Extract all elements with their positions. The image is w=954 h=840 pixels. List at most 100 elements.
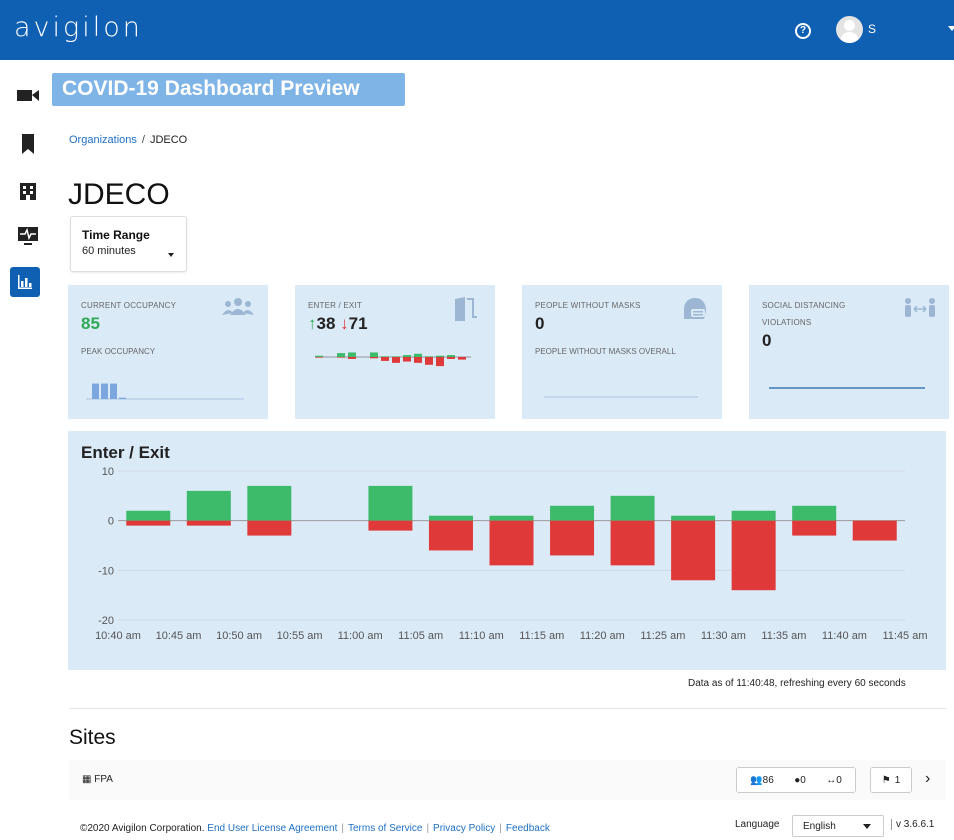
language-select[interactable]: English — [792, 815, 884, 837]
dashboard-preview-banner: COVID-19 Dashboard Preview — [52, 73, 405, 106]
enter-count: 38 — [316, 314, 336, 333]
x-tick-label: 11:00 am — [338, 630, 383, 642]
app-version: v 3.6.6.1 — [891, 819, 934, 830]
spark-enter-bar — [337, 353, 345, 357]
feedback-link[interactable]: Feedback — [506, 823, 550, 834]
occupancy-spark-bar — [110, 383, 117, 399]
language-label: Language — [735, 819, 780, 830]
site-row[interactable]: ▦ FPA 👥86 ●0 ↔0 ⚑ 1 › — [69, 760, 946, 800]
breadcrumb-organizations-link[interactable]: Organizations — [69, 134, 137, 146]
building-icon[interactable] — [16, 180, 40, 202]
spark-exit-bar — [447, 357, 455, 359]
site-distancing: 0 — [836, 774, 842, 786]
site-name[interactable]: ▦ FPA — [82, 774, 113, 785]
terms-link[interactable]: Terms of Service — [348, 823, 422, 834]
caret-down-icon — [863, 824, 871, 829]
flag-icon: ⚑ — [881, 774, 891, 786]
chart-bar — [731, 510, 776, 521]
chevron-down-icon[interactable] — [948, 26, 954, 31]
breadcrumb: Organizations / JDECO — [69, 134, 187, 146]
y-tick-label: -20 — [98, 615, 114, 627]
x-tick-label: 11:20 am — [580, 630, 625, 642]
monitor-pulse-icon[interactable] — [16, 225, 40, 247]
social-distancing-icon — [905, 298, 935, 317]
chart-bar — [731, 520, 776, 591]
brand-logo[interactable]: avigilon — [14, 12, 143, 43]
x-tick-label: 10:50 am — [216, 630, 262, 642]
exit-count: 71 — [348, 314, 368, 333]
chart-bar — [428, 520, 473, 551]
chart-bar — [368, 520, 413, 531]
site-masks: 0 — [800, 774, 806, 786]
spark-enter-bar — [392, 356, 400, 357]
site-name-label: FPA — [94, 774, 113, 785]
x-tick-label: 11:15 am — [519, 630, 564, 642]
masks-card: PEOPLE WITHOUT MASKS 0 PEOPLE WITHOUT MA… — [522, 285, 722, 419]
sites-title: Sites — [69, 726, 116, 749]
spark-exit-bar — [381, 357, 389, 361]
eula-link[interactable]: End User License Agreement — [207, 823, 337, 834]
x-tick-label: 11:30 am — [701, 630, 746, 642]
occupancy-spark-bar — [101, 383, 108, 399]
spark-exit-bar — [414, 357, 422, 363]
chart-bar — [489, 520, 534, 566]
data-refresh-status: Data as of 11:40:48, refreshing every 60… — [688, 678, 906, 689]
privacy-link[interactable]: Privacy Policy — [433, 823, 495, 834]
x-tick-label: 11:40 am — [822, 630, 867, 642]
time-range-label: Time Range — [82, 228, 150, 242]
arrow-up-icon: ↑ — [308, 314, 317, 333]
bar-chart-icon[interactable] — [13, 271, 37, 293]
x-tick-label: 10:45 am — [156, 630, 202, 642]
copyright: ©2020 Avigilon Corporation. — [80, 823, 205, 834]
spark-enter-bar — [348, 352, 356, 357]
door-icon — [455, 297, 477, 321]
spark-exit-bar — [436, 357, 444, 367]
chart-bar — [610, 520, 655, 566]
caret-down-icon — [168, 253, 174, 257]
y-tick-label: 10 — [102, 466, 114, 478]
chart-bar — [610, 495, 655, 521]
building-icon: ▦ — [82, 774, 92, 785]
site-flag-count: 1 — [894, 774, 901, 786]
occupancy-spark-bar — [119, 397, 126, 399]
user-initial[interactable]: S — [868, 22, 876, 36]
chart-bar — [368, 485, 413, 521]
divider — [69, 708, 946, 709]
chart-bar — [792, 520, 837, 536]
page-title: JDECO — [68, 178, 170, 211]
chart-bar — [126, 510, 171, 521]
bookmark-icon[interactable] — [16, 133, 40, 155]
chart-bar — [428, 515, 473, 521]
question-circle-icon[interactable]: ? — [795, 23, 811, 39]
spark-exit-bar — [315, 357, 323, 358]
spark-exit-bar — [370, 357, 378, 359]
distancing-value: 0 — [762, 331, 772, 350]
x-tick-label: 10:40 am — [95, 630, 141, 642]
chart-bar — [489, 515, 534, 521]
distancing-caption: SOCIAL DISTANCING — [762, 301, 846, 310]
x-tick-label: 11:25 am — [640, 630, 685, 642]
video-camera-icon[interactable] — [16, 84, 40, 106]
footer: ©2020 Avigilon Corporation. End User Lic… — [80, 823, 550, 834]
enter-exit-sparkline — [315, 352, 471, 367]
masks-overall-caption: PEOPLE WITHOUT MASKS OVERALL — [535, 347, 676, 356]
enter-exit-card: ENTER / EXIT ↑38 ↓71 — [295, 285, 495, 419]
y-tick-label: -10 — [98, 565, 114, 577]
avatar[interactable] — [836, 16, 863, 43]
chart-bar — [550, 505, 595, 521]
distancing-caption-2: VIOLATIONS — [762, 318, 812, 327]
masks-caption: PEOPLE WITHOUT MASKS — [535, 301, 641, 310]
people-group-icon: 👥 — [750, 774, 763, 786]
occupancy-spark-bar — [92, 383, 99, 399]
site-stats-badge: 👥86 ●0 ↔0 — [736, 767, 856, 793]
enter-exit-values: ↑38 ↓71 — [308, 314, 368, 334]
site-flags-badge[interactable]: ⚑ 1 — [870, 767, 912, 793]
breadcrumb-separator: / — [141, 134, 145, 146]
chevron-right-icon[interactable]: › — [925, 770, 930, 788]
peak-occupancy-caption: PEAK OCCUPANCY — [81, 347, 156, 356]
chart-bar — [186, 520, 231, 526]
face-mask-icon — [684, 298, 706, 319]
time-range-select[interactable]: Time Range 60 minutes — [70, 216, 187, 272]
site-occupancy: 86 — [762, 774, 774, 786]
spark-enter-bar — [436, 355, 444, 357]
